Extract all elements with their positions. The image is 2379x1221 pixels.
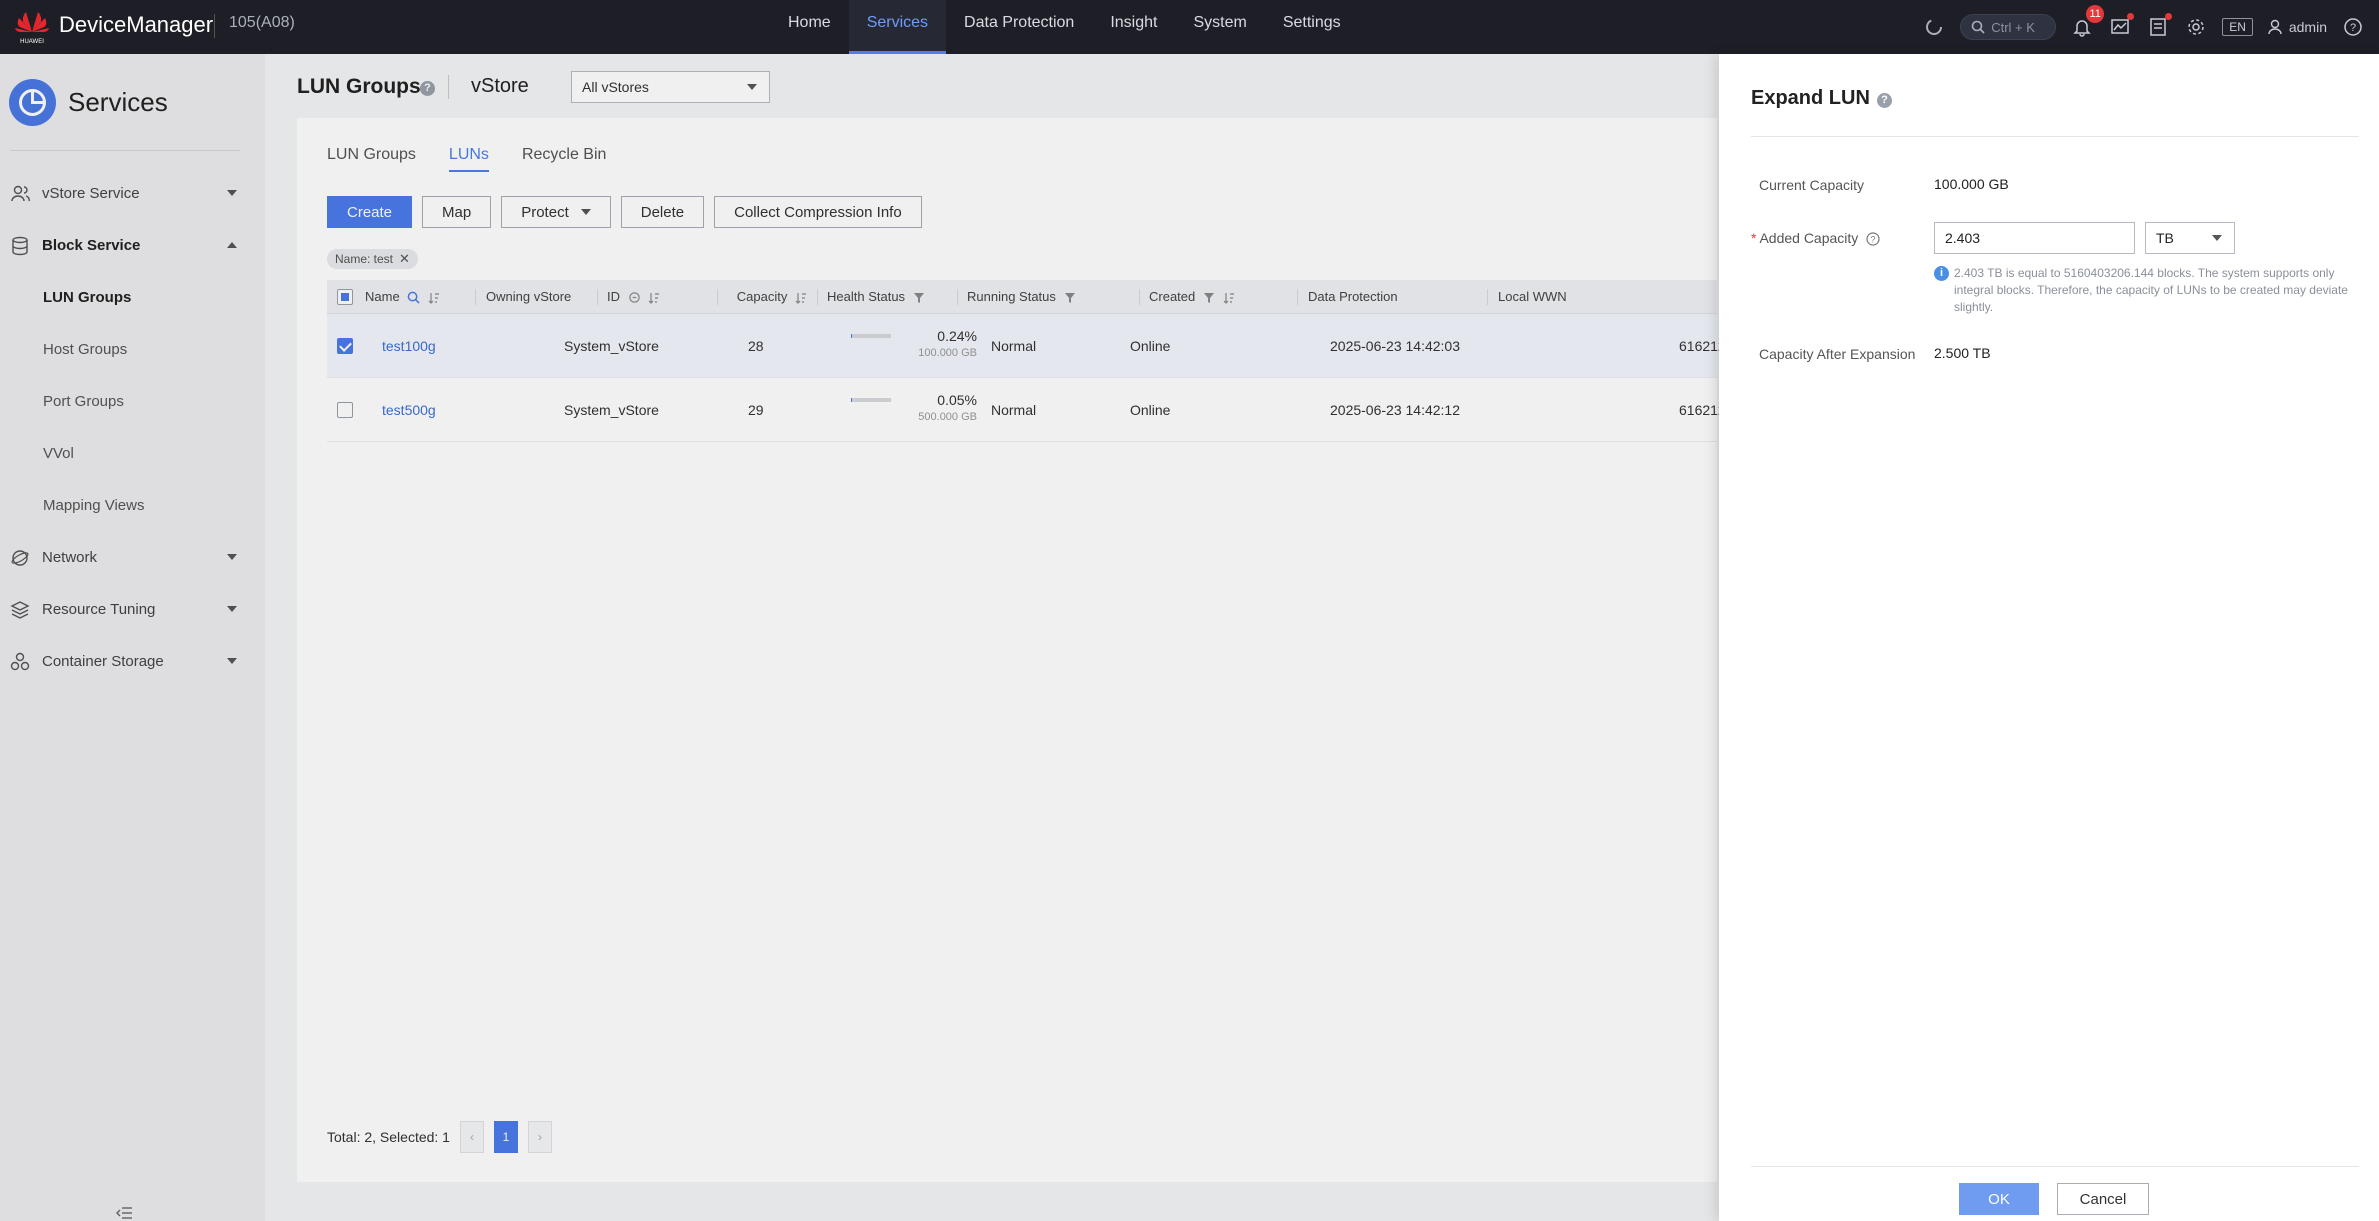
modal-overlay[interactable] — [0, 54, 1719, 1221]
capacity-after-label: Capacity After Expansion — [1759, 346, 1916, 362]
nav-services[interactable]: Services — [848, 0, 947, 54]
nav-insight[interactable]: Insight — [1092, 0, 1175, 54]
ok-button[interactable]: OK — [1959, 1183, 2039, 1215]
main-nav: Home Services Data Protection Insight Sy… — [770, 0, 1359, 54]
top-tools: Ctrl + K 11 EN admin ? — [1922, 0, 2365, 54]
capacity-unit-select[interactable]: TB — [2145, 222, 2235, 254]
info-icon: i — [1934, 266, 1949, 281]
monitor-chart-icon[interactable] — [2108, 13, 2135, 39]
expand-lun-drawer: Expand LUN ? Current Capacity 100.000 GB… — [1719, 54, 2379, 1221]
help-icon[interactable]: ? — [1877, 93, 1892, 108]
user-menu[interactable]: admin — [2267, 19, 2327, 35]
drawer-divider — [1751, 136, 2359, 137]
svg-text:?: ? — [1871, 235, 1876, 245]
top-bar: HUAWEI DeviceManager 105(A08) Home Servi… — [0, 0, 2379, 54]
current-capacity-label: Current Capacity — [1759, 177, 1865, 193]
cancel-button[interactable]: Cancel — [2057, 1183, 2149, 1215]
search-shortcut: Ctrl + K — [1991, 19, 2035, 35]
search-icon — [1971, 20, 1985, 34]
global-search[interactable]: Ctrl + K — [1960, 14, 2057, 40]
added-capacity-label: * Added Capacity ? — [1751, 230, 1880, 246]
logo-text: HUAWEI — [20, 39, 44, 45]
svg-text:?: ? — [2350, 22, 2356, 34]
nav-home[interactable]: Home — [770, 0, 849, 54]
nav-system[interactable]: System — [1175, 0, 1264, 54]
added-capacity-text: Added Capacity — [1759, 230, 1859, 246]
capacity-after-value: 2.500 TB — [1934, 345, 1991, 361]
brand-divider — [214, 14, 215, 38]
chevron-down-icon — [2212, 235, 2222, 241]
task-list-icon[interactable] — [2146, 13, 2173, 39]
user-icon — [2268, 19, 2282, 35]
nav-data-protection[interactable]: Data Protection — [946, 0, 1092, 54]
bell-icon[interactable]: 11 — [2070, 5, 2105, 39]
nav-settings[interactable]: Settings — [1265, 0, 1359, 54]
required-marker: * — [1751, 230, 1757, 246]
added-capacity-input[interactable] — [1934, 222, 2135, 254]
app-brand: DeviceManager — [59, 12, 214, 37]
user-name: admin — [2288, 19, 2327, 35]
alert-dot — [2127, 13, 2135, 20]
capacity-unit-value: TB — [2156, 230, 2174, 246]
huawei-logo: HUAWEI — [15, 12, 49, 45]
question-icon[interactable]: ? — [1866, 232, 1880, 246]
notification-badge: 11 — [2086, 5, 2105, 23]
current-capacity-value: 100.000 GB — [1934, 176, 2009, 192]
task-dot — [2165, 13, 2173, 20]
gear-icon[interactable] — [2184, 15, 2208, 39]
loading-icon[interactable] — [1922, 15, 1946, 39]
help-icon[interactable]: ? — [2341, 15, 2365, 39]
device-id: 105(A08) — [229, 14, 295, 31]
drawer-title: Expand LUN — [1751, 87, 1870, 109]
language-switch[interactable]: EN — [2222, 18, 2253, 36]
capacity-hint: 2.403 TB is equal to 5160403206.144 bloc… — [1954, 266, 2348, 314]
drawer-footer-divider — [1751, 1166, 2359, 1167]
